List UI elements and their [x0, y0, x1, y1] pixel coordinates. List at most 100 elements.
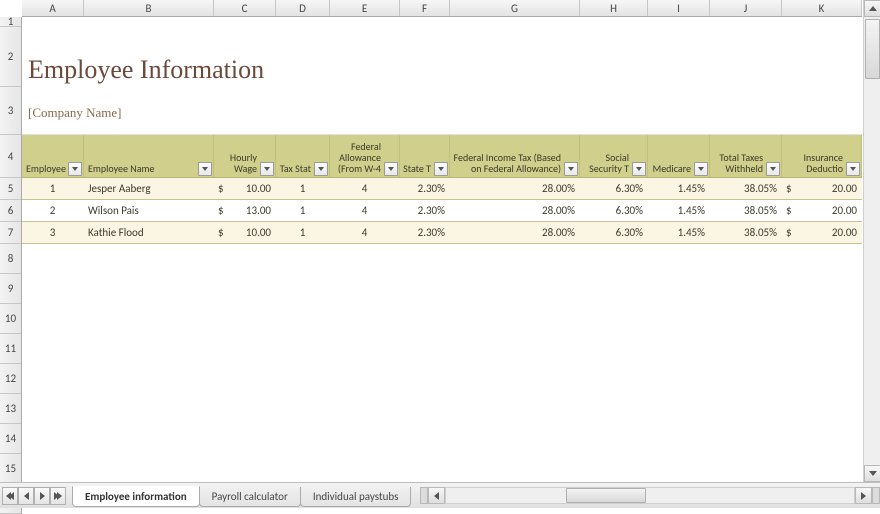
cell[interactable]: 2	[22, 200, 84, 221]
row-header-2[interactable]: 2	[0, 27, 21, 87]
sheet-tab[interactable]: Individual paystubs	[300, 487, 412, 507]
scroll-up-button[interactable]	[864, 0, 880, 17]
cell[interactable]: $10.00	[214, 178, 276, 199]
cell[interactable]: 6.30%	[580, 200, 648, 221]
sheet-tab[interactable]: Employee information	[72, 486, 200, 507]
filter-dropdown-icon[interactable]	[384, 162, 398, 176]
cell[interactable]: 6.30%	[580, 222, 648, 243]
col-header-A[interactable]: A	[22, 0, 84, 16]
row-header-6[interactable]: 6	[0, 200, 21, 222]
table-row[interactable]: 1Jesper Aaberg$10.00142.30%28.00%6.30%1.…	[22, 178, 862, 200]
cell[interactable]: 1.45%	[648, 222, 710, 243]
cell[interactable]: 4	[330, 200, 400, 221]
sheet-nav-prev[interactable]	[18, 487, 34, 505]
filter-dropdown-icon[interactable]	[766, 162, 780, 176]
vscroll-thumb[interactable]	[865, 19, 880, 79]
header-ss_tax: Social Security T	[580, 135, 648, 177]
filter-dropdown-icon[interactable]	[314, 162, 328, 176]
cell[interactable]: 38.05%	[710, 200, 782, 221]
col-header-C[interactable]: C	[214, 0, 276, 16]
row-header-14[interactable]: 14	[0, 424, 21, 454]
cell[interactable]: $20.00	[782, 222, 862, 243]
hscroll-split-right[interactable]	[872, 487, 880, 504]
row-header-7[interactable]: 7	[0, 222, 21, 244]
filter-dropdown-icon[interactable]	[632, 162, 646, 176]
header-insurance: Insurance Deductio	[782, 135, 862, 177]
cell[interactable]: 28.00%	[450, 222, 580, 243]
cell[interactable]: 28.00%	[450, 200, 580, 221]
row-header-9[interactable]: 9	[0, 274, 21, 304]
cell[interactable]: 38.05%	[710, 222, 782, 243]
vscroll-track[interactable]	[864, 17, 880, 465]
row-header-4[interactable]: 4	[0, 135, 21, 178]
cell[interactable]: 28.00%	[450, 178, 580, 199]
sheet-nav-last[interactable]	[50, 487, 66, 505]
header-fed_income: Federal Income Tax (Based on Federal All…	[450, 135, 580, 177]
cell[interactable]: $13.00	[214, 200, 276, 221]
filter-dropdown-icon[interactable]	[198, 162, 212, 176]
col-header-I[interactable]: I	[648, 0, 710, 16]
sheet-tab[interactable]: Payroll calculator	[199, 487, 301, 507]
company-name[interactable]: [Company Name]	[28, 105, 122, 121]
row-header-11[interactable]: 11	[0, 334, 21, 364]
horizontal-scrollbar[interactable]	[420, 483, 880, 508]
col-header-J[interactable]: J	[710, 0, 782, 16]
cell[interactable]: 1.45%	[648, 200, 710, 221]
hscroll-thumb[interactable]	[566, 488, 646, 503]
cell[interactable]: $20.00	[782, 178, 862, 199]
col-header-E[interactable]: E	[330, 0, 400, 16]
cell[interactable]: 2.30%	[400, 178, 450, 199]
row-header-15[interactable]: 15	[0, 454, 21, 484]
scroll-right-button[interactable]	[855, 487, 872, 504]
cell[interactable]: 4	[330, 222, 400, 243]
cell[interactable]: Kathie Flood	[84, 222, 214, 243]
cell[interactable]: 2.30%	[400, 200, 450, 221]
cell[interactable]: 1	[22, 178, 84, 199]
cell[interactable]: 1	[276, 222, 330, 243]
col-header-H[interactable]: H	[580, 0, 648, 16]
cell[interactable]: $10.00	[214, 222, 276, 243]
cell[interactable]: 38.05%	[710, 178, 782, 199]
cell[interactable]: 1	[276, 200, 330, 221]
filter-dropdown-icon[interactable]	[694, 162, 708, 176]
scroll-down-button[interactable]	[864, 465, 880, 482]
col-header-K[interactable]: K	[782, 0, 862, 16]
cell[interactable]: 3	[22, 222, 84, 243]
row-header-12[interactable]: 12	[0, 364, 21, 394]
col-header-D[interactable]: D	[276, 0, 330, 16]
cell[interactable]: 1.45%	[648, 178, 710, 199]
filter-dropdown-icon[interactable]	[68, 162, 82, 176]
worksheet[interactable]: Employee Information [Company Name] Empl…	[22, 17, 862, 482]
header-total_taxes: Total Taxes Withheld	[710, 135, 782, 177]
cell[interactable]: Wilson Pais	[84, 200, 214, 221]
cell[interactable]: $20.00	[782, 200, 862, 221]
cell[interactable]: Jesper Aaberg	[84, 178, 214, 199]
filter-dropdown-icon[interactable]	[564, 162, 578, 176]
row-header-1[interactable]: 1	[0, 17, 21, 27]
cell[interactable]: 2.30%	[400, 222, 450, 243]
bottom-bar: Employee informationPayroll calculatorIn…	[0, 482, 880, 508]
col-header-B[interactable]: B	[84, 0, 214, 16]
sheet-nav-next[interactable]	[34, 487, 50, 505]
row-header-13[interactable]: 13	[0, 394, 21, 424]
cell[interactable]: 4	[330, 178, 400, 199]
col-header-G[interactable]: G	[450, 0, 580, 16]
header-label: Tax Stat	[280, 163, 311, 174]
hscroll-split[interactable]	[420, 487, 428, 504]
filter-dropdown-icon[interactable]	[434, 162, 448, 176]
row-header-5[interactable]: 5	[0, 178, 21, 200]
vertical-scrollbar[interactable]	[863, 0, 880, 482]
row-header-8[interactable]: 8	[0, 244, 21, 274]
row-header-10[interactable]: 10	[0, 304, 21, 334]
hscroll-track[interactable]	[445, 487, 855, 504]
table-row[interactable]: 3Kathie Flood$10.00142.30%28.00%6.30%1.4…	[22, 222, 862, 244]
sheet-nav-first[interactable]	[2, 487, 18, 505]
cell[interactable]: 1	[276, 178, 330, 199]
cell[interactable]: 6.30%	[580, 178, 648, 199]
table-row[interactable]: 2Wilson Pais$13.00142.30%28.00%6.30%1.45…	[22, 200, 862, 222]
scroll-left-button[interactable]	[428, 487, 445, 504]
filter-dropdown-icon[interactable]	[846, 162, 860, 176]
col-header-F[interactable]: F	[400, 0, 450, 16]
filter-dropdown-icon[interactable]	[260, 162, 274, 176]
row-header-3[interactable]: 3	[0, 87, 21, 135]
